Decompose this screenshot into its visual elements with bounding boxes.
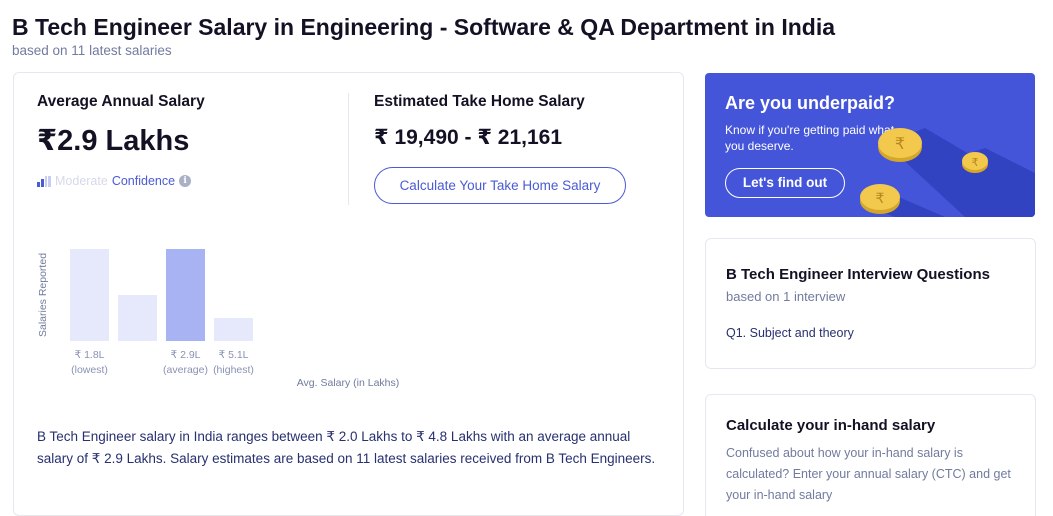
average-salary-value: ₹2.9 Lakhs (37, 125, 190, 157)
underpaid-promo-banner[interactable]: Are you underpaid? Know if you're gettin… (705, 73, 1035, 217)
interview-card-title[interactable]: B Tech Engineer Interview Questions (726, 266, 990, 283)
chart-bar (214, 318, 253, 341)
confidence-level: Moderate (55, 174, 108, 188)
confidence-label: Confidence (111, 174, 176, 188)
chart-tick-note: (highest) (213, 364, 254, 376)
calculate-take-home-button[interactable]: Calculate Your Take Home Salary (374, 167, 626, 204)
chart-x-axis-label: Avg. Salary (in Lakhs) (297, 377, 400, 389)
confidence-bars-icon (37, 175, 51, 187)
salary-distribution-chart: Salaries Reported ₹ 1.8L (lowest) ₹ 2.9L (av… (34, 233, 454, 393)
take-home-block: Estimated Take Home Salary ₹ 19,490 - ₹ … (374, 93, 674, 204)
chart-tick-note: (average) (163, 364, 208, 376)
confidence-indicator: Moderate Confidence i (37, 174, 337, 188)
chart-tick-label: ₹ 5.1L (218, 349, 248, 361)
coin-glyph: ₹ (895, 134, 905, 153)
salary-description: B Tech Engineer salary in India ranges b… (37, 429, 656, 466)
chart-tick-label: ₹ 2.9L (170, 349, 200, 361)
chart-bar (70, 249, 109, 341)
chart-y-axis-label: Salaries Reported (37, 253, 49, 337)
coin-glyph: ₹ (972, 156, 979, 169)
page-subtitle: based on 11 latest salaries (12, 43, 172, 58)
page-title: B Tech Engineer Salary in Engineering - … (12, 14, 836, 40)
info-icon[interactable]: i (179, 175, 192, 187)
inhand-card-text: Confused about how your in-hand salary i… (726, 446, 1011, 502)
chart-tick-note: (lowest) (71, 364, 108, 376)
take-home-value: ₹ 19,490 - ₹ 21,161 (374, 126, 563, 149)
interview-question-item[interactable]: Q1. Subject and theory (726, 326, 854, 340)
coin-glyph: ₹ (876, 191, 885, 207)
interview-card-subtitle: based on 1 interview (726, 289, 846, 304)
chart-svg: Salaries Reported ₹ 1.8L (lowest) ₹ 2.9L (av… (37, 249, 400, 389)
chart-bar (118, 295, 157, 341)
coins-illustration-icon: ₹ ₹ ₹ (860, 128, 1035, 217)
inhand-salary-card[interactable]: Calculate your in-hand salary Confused a… (705, 394, 1036, 516)
chart-bar (166, 249, 205, 341)
stats-divider (348, 93, 349, 205)
average-salary-block: Average Annual Salary ₹2.9 Lakhs Moderat… (37, 93, 337, 188)
interview-questions-card[interactable]: B Tech Engineer Interview Questions base… (705, 238, 1036, 369)
inhand-card-title[interactable]: Calculate your in-hand salary (726, 417, 935, 434)
average-salary-label: Average Annual Salary (37, 93, 205, 110)
find-out-button[interactable]: Let's find out (725, 168, 845, 198)
salary-overview-card: Average Annual Salary ₹2.9 Lakhs Moderat… (13, 72, 684, 516)
take-home-label: Estimated Take Home Salary (374, 93, 585, 110)
chart-tick-label: ₹ 1.8L (74, 349, 104, 361)
